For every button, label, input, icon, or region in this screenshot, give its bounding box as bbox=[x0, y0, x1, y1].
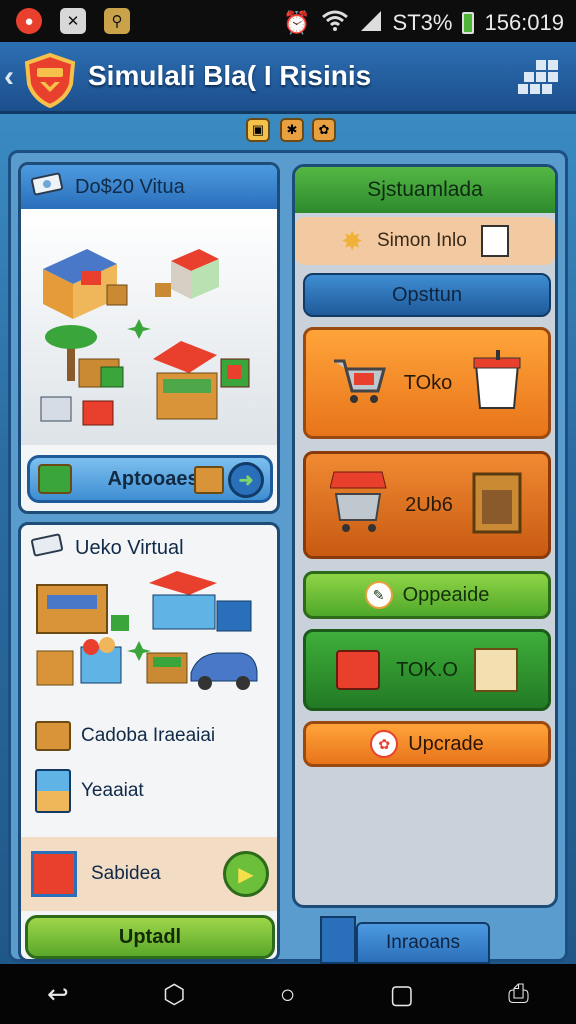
simulation-panel: Sjstuamlada ✸ Simon Inlo Opsttun TOko 2U… bbox=[292, 164, 558, 908]
update-button[interactable]: Uptadl bbox=[25, 915, 275, 959]
cabinet-icon bbox=[470, 470, 524, 541]
tab-inventory[interactable]: Inraoans bbox=[356, 922, 490, 964]
tile-label: TOK.O bbox=[396, 658, 458, 681]
box-icon bbox=[35, 721, 71, 751]
printer-icon[interactable]: ⎙ bbox=[508, 978, 529, 1010]
system-nav-bar: ↩ ⬡ ○ ▢ ⎙ bbox=[0, 964, 576, 1024]
tile-label: TOko bbox=[403, 371, 453, 394]
options-button-label: Aptooaes bbox=[107, 467, 199, 490]
recents-icon[interactable]: ▢ bbox=[389, 979, 414, 1010]
sim-icon: ✕ bbox=[60, 8, 86, 34]
upgrade-icon: ✿ bbox=[370, 730, 399, 758]
register-icon bbox=[31, 851, 77, 897]
gift-box-icon bbox=[38, 464, 72, 494]
cup-icon bbox=[470, 349, 524, 417]
alarm-icon: ⏰ bbox=[283, 10, 311, 35]
upgrade-button[interactable]: ✿ Upcrade bbox=[303, 721, 551, 767]
status-right: ⏰ ST3% 156:019 bbox=[283, 9, 564, 37]
list-item-label: Cadoba Iraeaiai bbox=[81, 725, 216, 746]
info-row[interactable]: ✸ Simon Inlo bbox=[295, 217, 555, 265]
update-button-label: Uptadl bbox=[118, 925, 182, 948]
upgrade-button[interactable]: ✎ Oppeaide bbox=[303, 571, 551, 619]
package-icon bbox=[35, 769, 71, 813]
chat-icon: ✎ bbox=[364, 581, 393, 609]
wifi-icon bbox=[321, 9, 349, 37]
play-icon[interactable]: ▶ bbox=[223, 851, 269, 897]
card-title: Ueko Virtual bbox=[75, 536, 184, 559]
tab-marker bbox=[320, 916, 356, 964]
list-item[interactable]: Cadoba Iraeaiai bbox=[35, 721, 215, 751]
options-button[interactable]: Aptooaes ➜ bbox=[27, 455, 273, 503]
grid-menu-icon[interactable] bbox=[514, 56, 560, 102]
app-header: ‹ Simulali Bla( I Risinis bbox=[0, 42, 576, 114]
virtual-store-card: Do$20 Vitua Aptooaes ➜ bbox=[18, 162, 280, 514]
back-icon[interactable]: ↩ bbox=[47, 979, 69, 1010]
store-scene bbox=[21, 209, 277, 445]
sales-row[interactable]: Sabidea ▶ bbox=[21, 837, 277, 911]
list-item-label: Yeaaiat bbox=[81, 780, 144, 801]
battery-text: ST3% bbox=[392, 10, 453, 35]
clock: 156:019 bbox=[484, 10, 564, 35]
shop-tile[interactable]: TOK.O bbox=[303, 629, 551, 711]
shield-logo-icon bbox=[22, 52, 78, 109]
card-header: Do$20 Vitua bbox=[21, 165, 277, 209]
market-cart-icon bbox=[329, 470, 388, 541]
cash-icon bbox=[31, 533, 65, 563]
star-icon: ✿ bbox=[312, 118, 336, 142]
warehouse-card: Ueko Virtual Cadoba Iraeaiai Yeaaiat Sab… bbox=[18, 522, 280, 962]
home-hex-icon[interactable]: ⬡ bbox=[163, 979, 186, 1010]
page-title: Simulali Bla( I Risinis bbox=[88, 60, 372, 91]
status-bar: ● ✕ ⚲ ⏰ ST3% 156:019 bbox=[0, 0, 576, 42]
option-button[interactable]: Opsttun bbox=[303, 273, 551, 317]
card-title: Do$20 Vitua bbox=[75, 175, 185, 198]
package-icon bbox=[474, 648, 518, 692]
panel-header: Sjstuamlada bbox=[295, 167, 555, 213]
usb-icon: ⚲ bbox=[104, 8, 130, 34]
warehouse-scene bbox=[21, 571, 277, 695]
store-illustration bbox=[40, 249, 250, 426]
confirm-icon[interactable]: ➜ bbox=[228, 462, 264, 498]
document-icon bbox=[480, 225, 509, 257]
tile-label: 2Ub6 bbox=[405, 493, 453, 516]
option-button-label: Opsttun bbox=[391, 283, 463, 306]
notification-app-icon: ● bbox=[16, 8, 42, 34]
money-icon bbox=[31, 172, 65, 202]
shop-tile[interactable]: TOko bbox=[303, 327, 551, 439]
upgrade-button-label: Upcrade bbox=[408, 732, 484, 755]
crate-icon bbox=[194, 466, 224, 494]
coin-icon: ▣ bbox=[246, 118, 270, 142]
tab-label: Inraoans bbox=[386, 932, 460, 953]
status-left-icons: ● ✕ ⚲ bbox=[16, 8, 130, 34]
shop-tile[interactable]: 2Ub6 bbox=[303, 451, 551, 559]
list-item[interactable]: Yeaaiat bbox=[35, 769, 144, 813]
register-icon bbox=[336, 650, 380, 690]
sales-label: Sabidea bbox=[91, 863, 161, 884]
cart-icon bbox=[330, 353, 386, 414]
box-icon: ✱ bbox=[280, 118, 304, 142]
home-icon[interactable]: ○ bbox=[280, 979, 296, 1010]
info-label: Simon Inlo bbox=[377, 230, 467, 251]
battery-icon bbox=[462, 12, 475, 34]
sparkle-icon: ✸ bbox=[341, 225, 363, 256]
signal-icon bbox=[359, 9, 383, 37]
card-header: Ueko Virtual bbox=[21, 525, 277, 571]
upgrade-button-label: Oppeaide bbox=[402, 583, 490, 606]
